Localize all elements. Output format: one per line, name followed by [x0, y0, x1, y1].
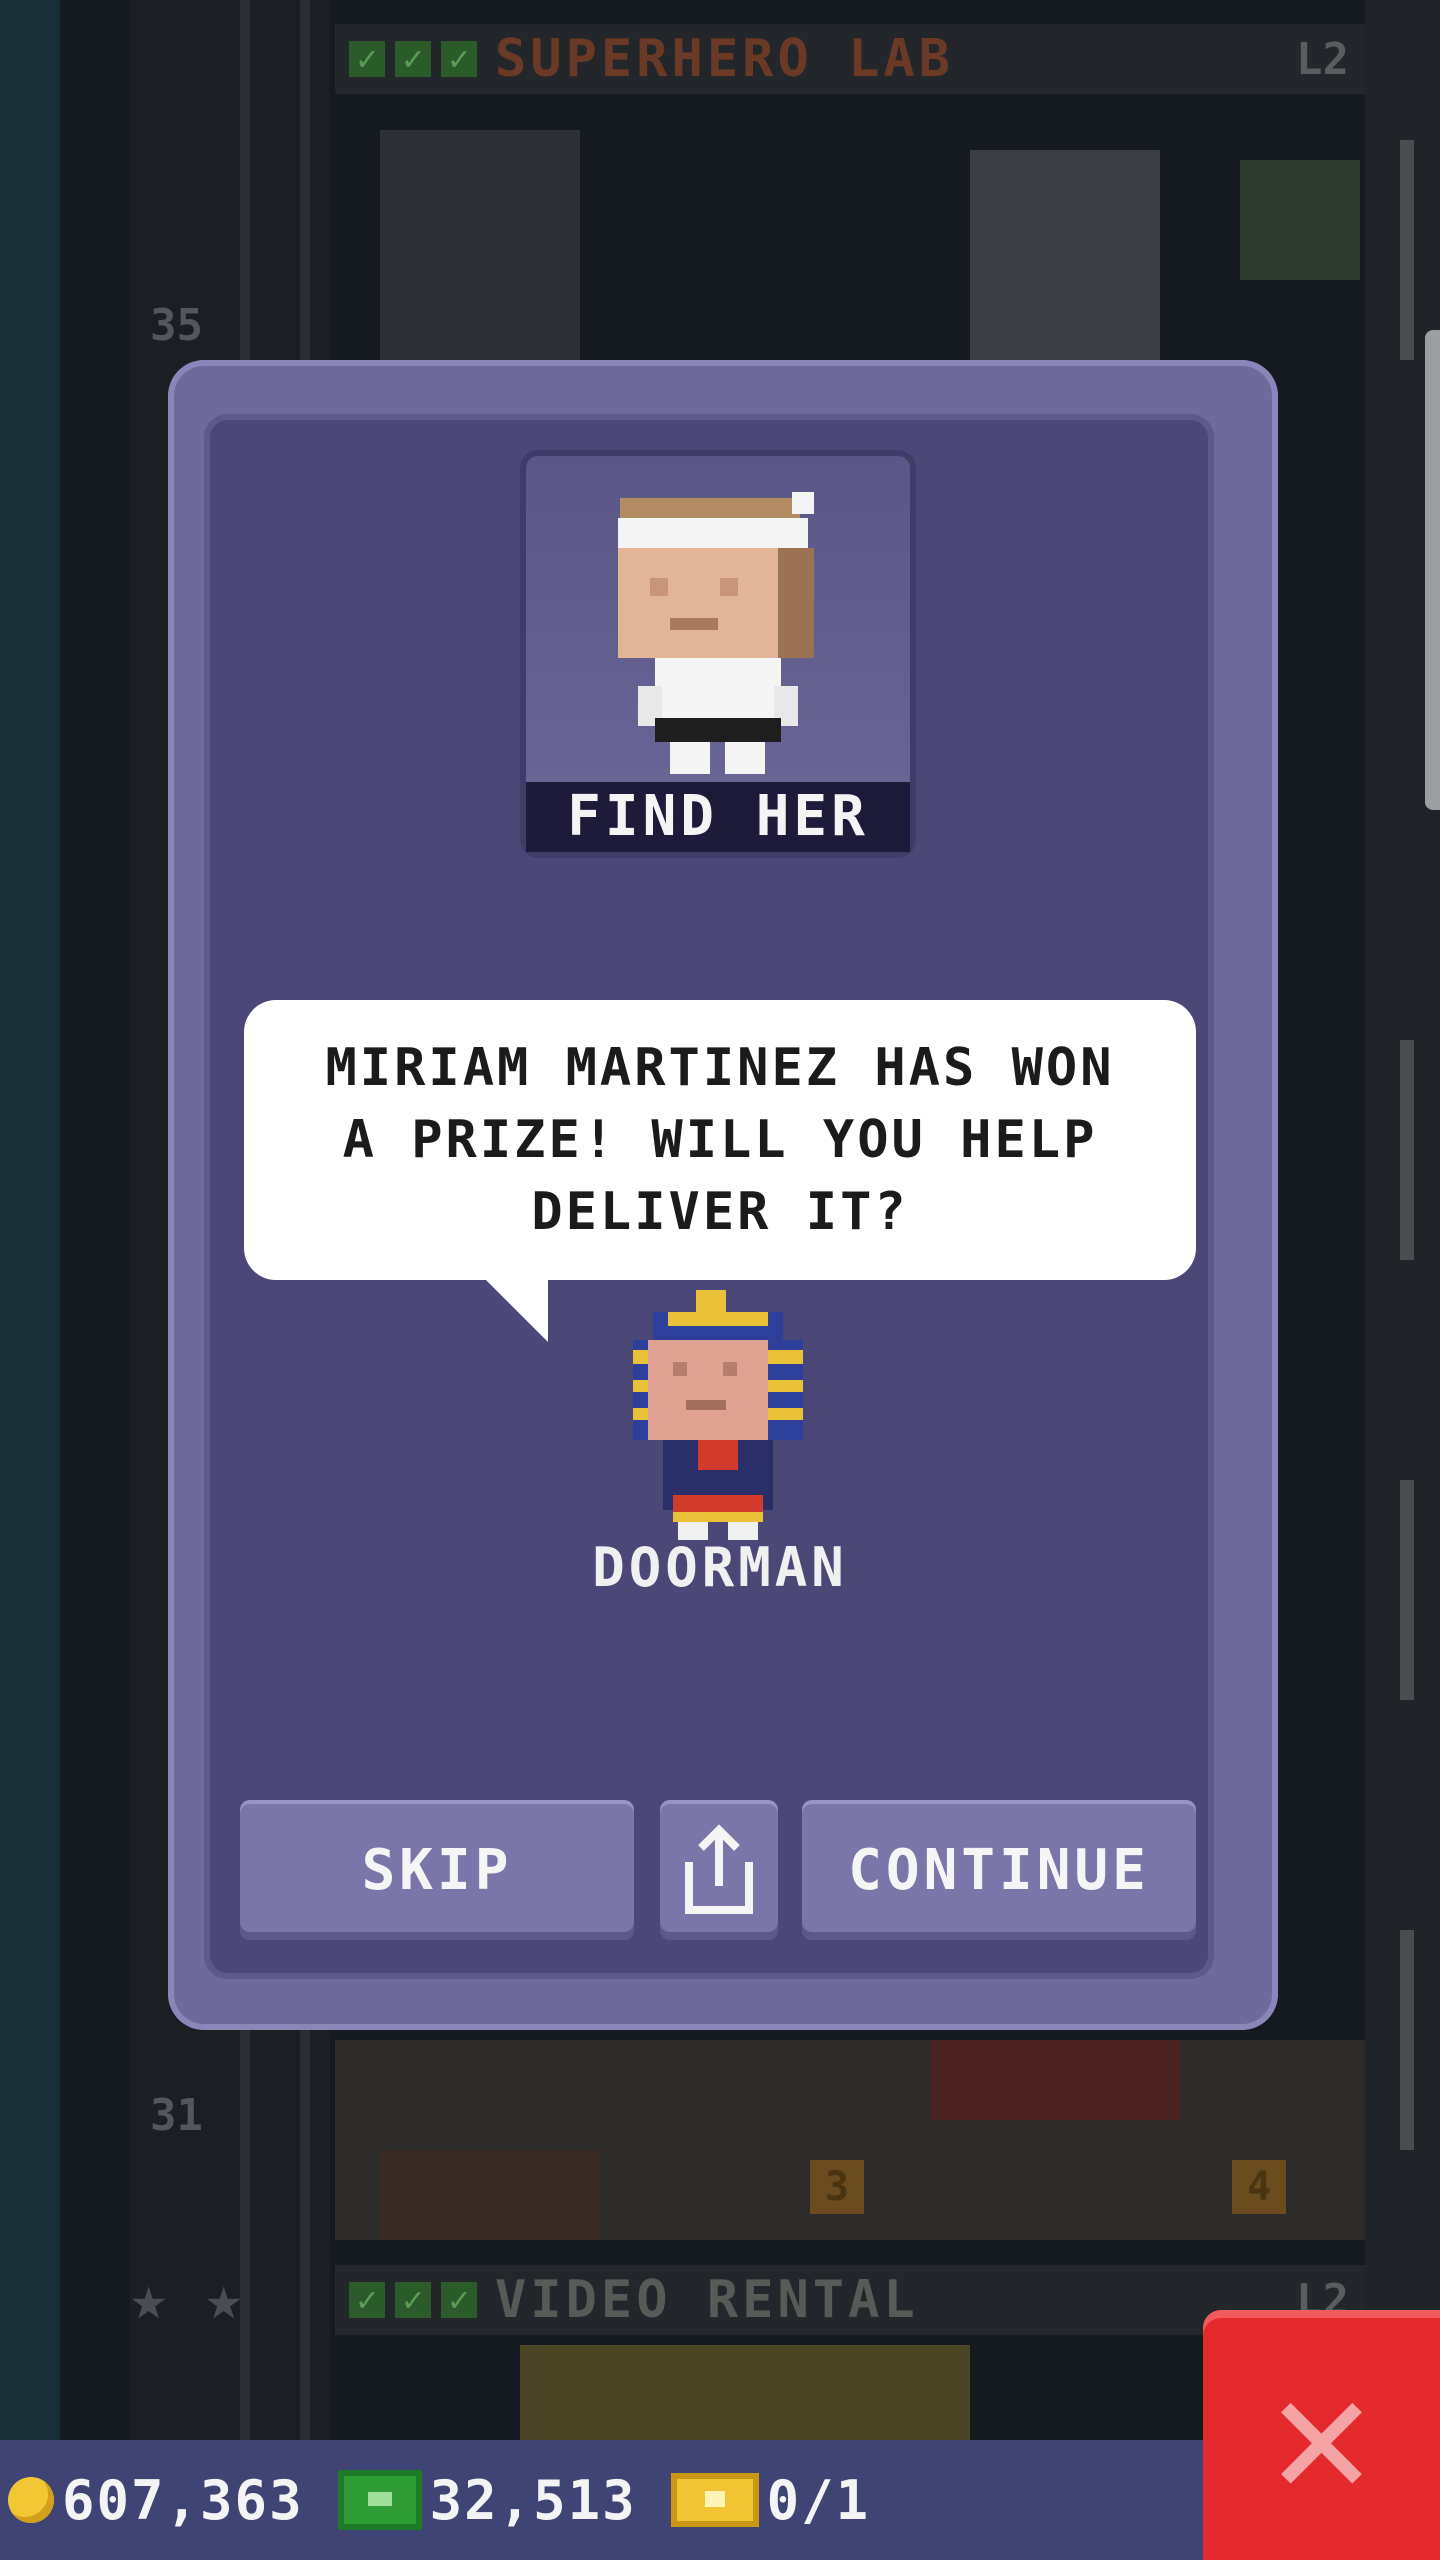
- skip-button[interactable]: SKIP: [240, 1800, 634, 1940]
- floor-number: 31: [150, 2090, 203, 2141]
- tickets-value: 0/1: [766, 2468, 871, 2532]
- scroll-indicator: [1400, 140, 1414, 360]
- floor-name: SUPERHERO LAB: [495, 29, 954, 89]
- scroll-indicator: [1400, 1480, 1414, 1700]
- floor-name: VIDEO RENTAL: [495, 2270, 919, 2330]
- lab-room-decor: [1240, 160, 1360, 280]
- floor-number: 35: [150, 300, 203, 351]
- coins-value: 607,363: [62, 2468, 304, 2532]
- close-icon: ✕: [1270, 2336, 1373, 2534]
- find-her-button[interactable]: FIND HER: [520, 450, 916, 858]
- prize-message: MIRIAM MARTINEZ HAS WON A PRIZE! WILL YO…: [325, 1038, 1115, 1242]
- room-number: 4: [1232, 2160, 1286, 2214]
- check-icon: ✓: [441, 41, 477, 77]
- speaker-name: DOORMAN: [592, 1536, 848, 1599]
- doorman-sprite: [633, 1290, 803, 1540]
- speech-bubble: MIRIAM MARTINEZ HAS WON A PRIZE! WILL YO…: [244, 1000, 1196, 1280]
- lab-room-decor: [380, 130, 580, 360]
- room-decor: [520, 2345, 970, 2440]
- check-icon: ✓: [349, 41, 385, 77]
- coin-icon: [8, 2477, 54, 2523]
- check-icon: ✓: [441, 2282, 477, 2318]
- room-decor: [930, 2040, 1180, 2120]
- tower-left-edge: [0, 0, 60, 2440]
- scroll-indicator: [1400, 1040, 1414, 1260]
- continue-button[interactable]: CONTINUE: [802, 1800, 1196, 1940]
- lab-room-decor: [970, 150, 1160, 360]
- find-her-label: FIND HER: [526, 782, 910, 852]
- check-icon: ✓: [395, 2282, 431, 2318]
- room-decor: [380, 2150, 600, 2240]
- speech-bubble-tail: [484, 1278, 548, 1342]
- star-icon: ★: [205, 2261, 243, 2334]
- room-number: 3: [810, 2160, 864, 2214]
- bux-icon: [337, 2470, 422, 2530]
- close-button[interactable]: ✕: [1203, 2310, 1440, 2560]
- bux-value: 32,513: [429, 2468, 637, 2532]
- side-panel-handle[interactable]: [1425, 330, 1440, 810]
- floor-header-superhero-lab[interactable]: ✓ ✓ ✓ SUPERHERO LAB L2: [335, 24, 1365, 94]
- coins-stat[interactable]: 607,363: [8, 2469, 304, 2532]
- check-icon: ✓: [395, 41, 431, 77]
- floor-level: L2: [1296, 33, 1349, 85]
- karate-character-sprite: [618, 492, 814, 774]
- share-icon: [685, 1824, 753, 1914]
- tickets-stat[interactable]: 0/1: [670, 2468, 871, 2532]
- share-button[interactable]: [660, 1800, 778, 1940]
- ticket-icon: [670, 2473, 759, 2527]
- scroll-indicator: [1400, 1930, 1414, 2150]
- bux-stat[interactable]: 32,513: [337, 2468, 637, 2532]
- check-icon: ✓: [349, 2282, 385, 2318]
- star-icon: ★: [130, 2261, 168, 2334]
